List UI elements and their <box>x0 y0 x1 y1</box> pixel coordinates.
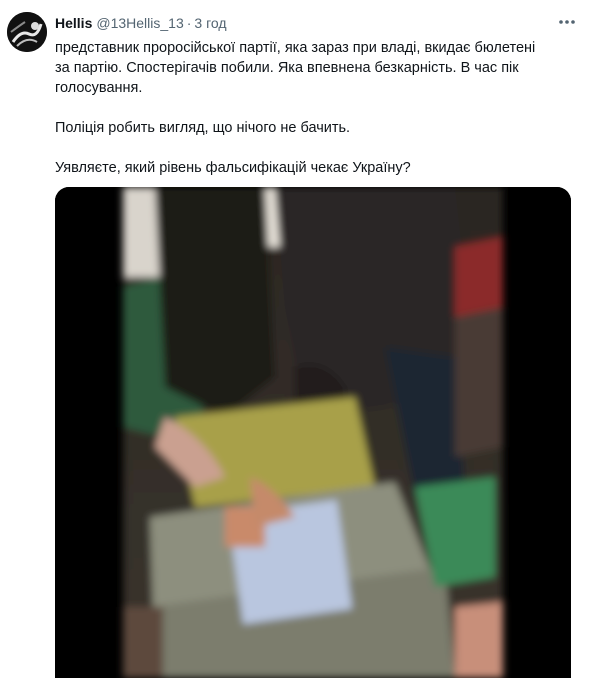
author-handle[interactable]: @13Hellis_13 <box>96 15 183 31</box>
separator-dot: · <box>186 15 192 31</box>
video-frame <box>55 187 571 678</box>
more-horizontal-icon <box>559 20 575 24</box>
author-avatar[interactable] <box>7 12 47 52</box>
avatar-image <box>7 12 47 52</box>
video-content <box>123 187 503 678</box>
tweet-paragraph-3: Уявляєте, який рівень фальсифікацій чека… <box>55 160 411 176</box>
tweet-paragraph-1: представник проросійської партії, яка за… <box>55 40 536 96</box>
tweet-video[interactable] <box>55 187 571 678</box>
author-name[interactable]: Hellis <box>55 15 92 31</box>
tweet-paragraph-2: Поліція робить вигляд, що нічого не бачи… <box>55 120 351 136</box>
tweet-text: представник проросійської партії, яка за… <box>55 38 575 178</box>
tweet-timestamp[interactable]: 3 год <box>194 15 226 31</box>
more-options-button[interactable] <box>556 12 578 32</box>
tweet-header: Hellis @13Hellis_13 · 3 год <box>55 14 227 32</box>
tweet-card[interactable]: Hellis @13Hellis_13 · 3 год представник про… <box>0 0 592 678</box>
